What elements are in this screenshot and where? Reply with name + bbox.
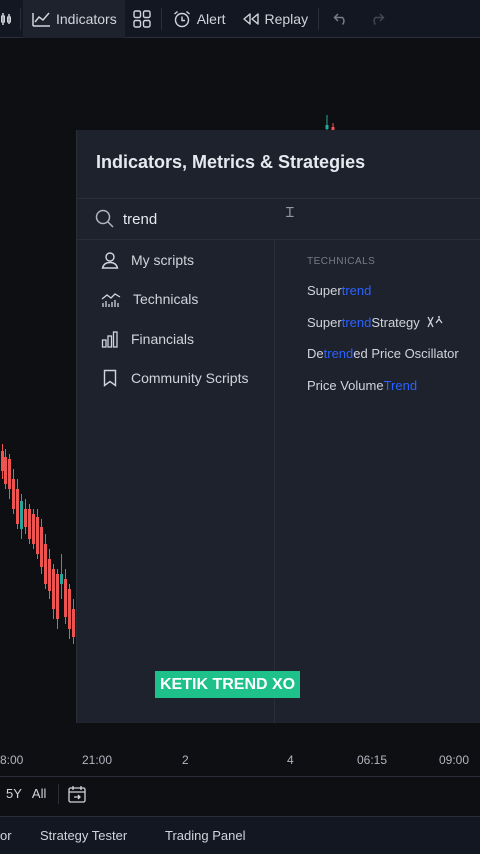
tab-pine-editor[interactable]: or (0, 828, 12, 843)
tab-strategy-tester[interactable]: Strategy Tester (40, 828, 127, 843)
sidebar-item-community-scripts[interactable]: Community Scripts (77, 359, 274, 399)
redo-button[interactable] (361, 0, 393, 38)
sidebar-item-technicals[interactable]: Technicals (77, 280, 274, 320)
time-axis[interactable]: 8:00 21:00 2 4 06:15 09:00 (0, 745, 480, 775)
user-icon (101, 252, 119, 269)
top-toolbar: Indicators Alert Replay (0, 0, 480, 38)
result-text: Strategy (371, 314, 420, 330)
candle-body (8, 459, 11, 489)
templates-button[interactable] (125, 0, 159, 38)
video-caption: KETIK TREND XO (155, 671, 301, 698)
indicators-label: Indicators (56, 10, 117, 27)
result-text: Super (307, 314, 342, 330)
sidebar-item-label: Financials (131, 330, 195, 347)
alert-label: Alert (196, 10, 226, 27)
candle-body (60, 574, 63, 584)
time-axis-label: 09:00 (439, 753, 470, 767)
candles-icon (1, 12, 11, 25)
results-list: TECHNICALS Super trend Super trend Strateg… (307, 250, 480, 407)
result-item-supertrend[interactable]: Super trend (307, 281, 480, 313)
section-header: TECHNICALS (307, 256, 376, 267)
candle-body (16, 489, 19, 524)
search-bar (77, 199, 480, 239)
result-match: Trend (383, 377, 418, 393)
result-text: Price Volume (307, 377, 384, 393)
category-sidebar: My scripts Technicals Financials Communi… (77, 240, 274, 398)
range-5y-button[interactable]: 5Y (6, 786, 22, 801)
result-text: ed Price Oscillator (353, 346, 459, 362)
candle-body (44, 544, 47, 584)
replay-button[interactable]: Replay (234, 0, 317, 38)
sidebar-item-financials[interactable]: Financials (77, 319, 274, 359)
text-cursor-icon: Ɪ (286, 204, 294, 220)
candle-body (36, 517, 39, 554)
sidebar-item-label: Technicals (133, 291, 199, 308)
result-match: trend (341, 314, 372, 330)
indicators-dialog: Indicators, Metrics & Strategies Ɪ My sc… (76, 130, 480, 723)
rewind-icon (242, 12, 259, 25)
divider (274, 240, 275, 723)
candle-body (40, 527, 43, 567)
bookmark-icon (103, 370, 117, 388)
candle-body (24, 509, 27, 527)
range-all-button[interactable]: All (32, 786, 46, 801)
candle-body (28, 509, 31, 539)
replay-label: Replay (264, 10, 309, 27)
bottom-panel-tabs: or Strategy Tester Trading Panel (0, 816, 480, 854)
candle-body (1, 451, 4, 471)
sidebar-item-my-scripts[interactable]: My scripts (77, 240, 274, 280)
result-item-detrended-price-oscillator[interactable]: De trend ed Price Oscillator (307, 344, 480, 376)
result-match: trend (341, 283, 372, 298)
candle-body (32, 514, 35, 544)
toolbar-divider (160, 7, 162, 30)
candle-body (4, 457, 7, 484)
alert-button[interactable]: Alert (164, 0, 234, 38)
result-item-supertrend-strategy[interactable]: Super trend Strategy (307, 313, 480, 345)
candle-body (68, 589, 71, 629)
chart-type-button[interactable] (0, 0, 18, 38)
candle-body (56, 574, 59, 619)
sidebar-item-label: My scripts (131, 251, 194, 268)
candle-body (20, 501, 23, 529)
result-text: Super (307, 283, 342, 298)
toolbar-divider (318, 7, 320, 30)
divider (58, 783, 60, 804)
result-match: trend (323, 346, 354, 362)
tab-trading-panel[interactable]: Trading Panel (165, 828, 245, 843)
alarm-clock-icon (173, 10, 190, 27)
time-axis-label: 4 (287, 753, 294, 767)
candle-body (48, 559, 51, 591)
result-text: De (307, 346, 324, 362)
time-axis-label: 8:00 (0, 753, 24, 767)
undo-icon (333, 12, 345, 25)
technicals-chart-icon (101, 293, 121, 308)
indicators-button[interactable]: Indicators (23, 0, 125, 38)
candle-body (52, 569, 55, 609)
time-axis-label: 2 (182, 753, 189, 767)
candle-body (72, 609, 75, 637)
candle-body (12, 479, 15, 509)
date-range-bar: 5Y All (0, 776, 480, 810)
undo-button[interactable] (321, 0, 361, 38)
redo-icon (373, 12, 385, 25)
indicators-icon (32, 12, 50, 27)
dialog-title: Indicators, Metrics & Strategies (96, 152, 366, 172)
grid-icon (133, 9, 151, 28)
sidebar-item-label: Community Scripts (131, 370, 249, 387)
candle-body (64, 579, 67, 617)
strategy-icon (427, 315, 443, 327)
result-item-price-volume-trend[interactable]: Price Volume Trend (307, 376, 480, 408)
bar-chart-icon (101, 331, 118, 348)
time-axis-label: 21:00 (82, 753, 113, 767)
search-icon (95, 209, 114, 228)
time-axis-label: 06:15 (357, 753, 388, 767)
toolbar-divider (20, 7, 21, 30)
calendar-goto-icon[interactable] (67, 784, 87, 804)
search-input[interactable] (123, 210, 283, 228)
